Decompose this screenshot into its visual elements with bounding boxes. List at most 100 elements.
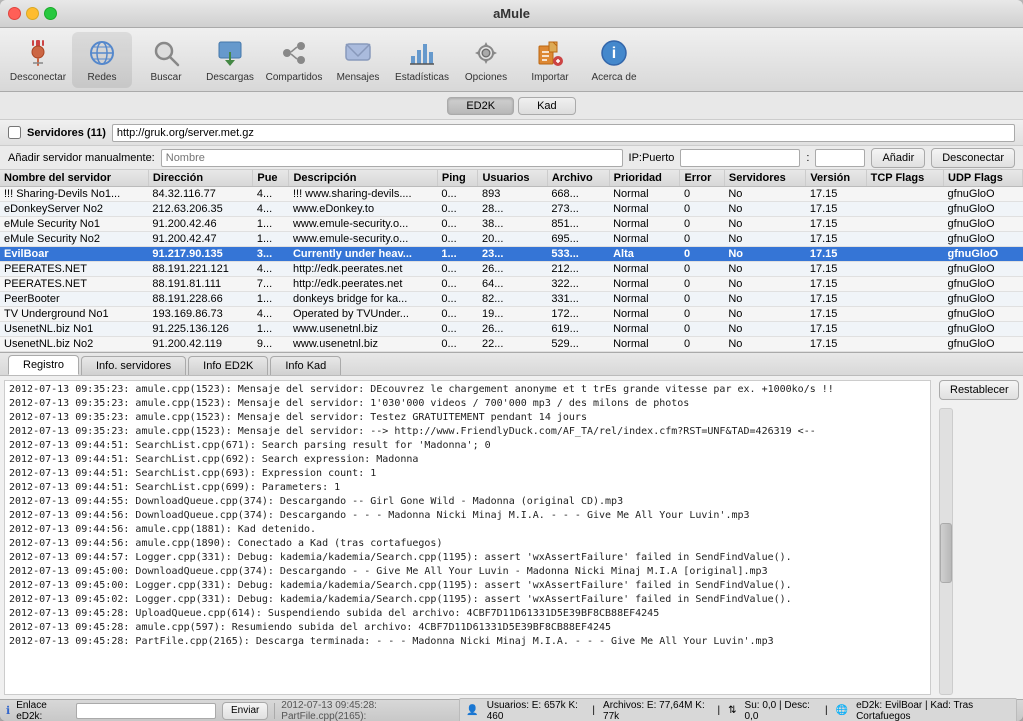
table-cell: 851...: [547, 217, 609, 232]
table-cell: [866, 322, 943, 337]
table-cell: No: [724, 247, 805, 262]
table-cell: [866, 247, 943, 262]
table-cell: 91.217.90.135: [148, 247, 252, 262]
tab-info-servidores[interactable]: Info. servidores: [81, 356, 186, 375]
table-cell: gfnuGloO: [944, 247, 1023, 262]
desconectar-button[interactable]: Desconectar: [8, 32, 68, 88]
server-checkbox[interactable]: [8, 126, 21, 139]
col-port: Pue: [253, 170, 289, 187]
log-entry: 2012-07-13 09:44:51: SearchList.cpp(671)…: [9, 439, 926, 453]
estadisticas-button[interactable]: Estadísticas: [392, 32, 452, 88]
table-cell: 1...: [437, 247, 478, 262]
add-server-port-input[interactable]: [815, 149, 865, 167]
table-cell: 0: [680, 277, 724, 292]
tab-registro[interactable]: Registro: [8, 355, 79, 375]
log-scrollbar[interactable]: [939, 408, 953, 695]
table-cell: Operated by TVUnder...: [289, 307, 437, 322]
mensajes-button[interactable]: Mensajes: [328, 32, 388, 88]
transfer-info: Su: 0,0 | Desc: 0,0: [745, 700, 817, 721]
table-cell: Normal: [609, 337, 680, 352]
table-cell: No: [724, 217, 805, 232]
add-server-ip-input[interactable]: [680, 149, 800, 167]
redes-label: Redes: [88, 72, 117, 83]
importar-button[interactable]: Importar: [520, 32, 580, 88]
add-server-button[interactable]: Añadir: [871, 148, 925, 168]
table-row[interactable]: eMule Security No191.200.42.461...www.em…: [0, 217, 1023, 232]
table-cell: Normal: [609, 277, 680, 292]
table-cell: UsenetNL.biz No2: [0, 337, 148, 352]
table-row[interactable]: PEERATES.NET88.191.221.1214...http://edk…: [0, 262, 1023, 277]
table-row[interactable]: TV Underground No1193.169.86.734...Opera…: [0, 307, 1023, 322]
table-row[interactable]: PeerBooter88.191.228.661...donkeys bridg…: [0, 292, 1023, 307]
separator1: |: [592, 705, 595, 716]
log-entry: 2012-07-13 09:44:57: Logger.cpp(331): De…: [9, 551, 926, 565]
table-cell: 529...: [547, 337, 609, 352]
table-cell: [866, 187, 943, 202]
log-area[interactable]: 2012-07-13 09:35:23: amule.cpp(1523): Me…: [4, 380, 931, 695]
table-cell: [866, 232, 943, 247]
kad-button[interactable]: Kad: [518, 97, 576, 115]
table-cell: 0: [680, 307, 724, 322]
mensajes-label: Mensajes: [337, 72, 380, 83]
table-cell: gfnuGloO: [944, 217, 1023, 232]
ed2k-button[interactable]: ED2K: [447, 97, 514, 115]
close-button[interactable]: [8, 7, 21, 20]
search-icon: [150, 37, 182, 69]
send-button[interactable]: Enviar: [222, 702, 268, 720]
table-row[interactable]: PEERATES.NET88.191.81.1117...http://edk.…: [0, 277, 1023, 292]
table-cell: !!! Sharing-Devils No1...: [0, 187, 148, 202]
table-row[interactable]: eMule Security No291.200.42.471...www.em…: [0, 232, 1023, 247]
table-cell: No: [724, 202, 805, 217]
col-ping: Ping: [437, 170, 478, 187]
download-icon: [214, 37, 246, 69]
add-server-name-input[interactable]: [161, 149, 623, 167]
table-header-row: Nombre del servidor Dirección Pue Descri…: [0, 170, 1023, 187]
buscar-button[interactable]: Buscar: [136, 32, 196, 88]
link-input[interactable]: [76, 703, 216, 719]
table-cell: Alta: [609, 247, 680, 262]
table-cell: 4...: [253, 307, 289, 322]
redes-button[interactable]: Redes: [72, 32, 132, 88]
col-servers: Servidores: [724, 170, 805, 187]
table-cell: EvilBoar: [0, 247, 148, 262]
table-cell: 4...: [253, 262, 289, 277]
table-cell: UsenetNL.biz No1: [0, 322, 148, 337]
table-cell: 26...: [478, 262, 547, 277]
disconnect-server-button[interactable]: Desconectar: [931, 148, 1015, 168]
table-cell: 38...: [478, 217, 547, 232]
table-cell: 695...: [547, 232, 609, 247]
maximize-button[interactable]: [44, 7, 57, 20]
col-error: Error: [680, 170, 724, 187]
table-cell: 23...: [478, 247, 547, 262]
table-row[interactable]: UsenetNL.biz No191.225.136.1261...www.us…: [0, 322, 1023, 337]
table-row[interactable]: EvilBoar91.217.90.1353...Currently under…: [0, 247, 1023, 262]
table-row[interactable]: UsenetNL.biz No291.200.42.1199...www.use…: [0, 337, 1023, 352]
table-cell: 1...: [253, 322, 289, 337]
log-entry: 2012-07-13 09:45:02: Logger.cpp(331): De…: [9, 593, 926, 607]
table-row[interactable]: !!! Sharing-Devils No1...84.32.116.774..…: [0, 187, 1023, 202]
table-cell: 17.15: [806, 262, 866, 277]
server-url-input[interactable]: [112, 124, 1015, 142]
table-cell: 7...: [253, 277, 289, 292]
separator3: |: [825, 705, 828, 716]
descargas-button[interactable]: Descargas: [200, 32, 260, 88]
table-cell: 64...: [478, 277, 547, 292]
minimize-button[interactable]: [26, 7, 39, 20]
table-cell: Normal: [609, 322, 680, 337]
tab-info-ed2k[interactable]: Info ED2K: [188, 356, 268, 375]
compartidos-button[interactable]: Compartidos: [264, 32, 324, 88]
window: aMule Desconectar: [0, 0, 1023, 721]
opciones-button[interactable]: Opciones: [456, 32, 516, 88]
table-cell: Normal: [609, 262, 680, 277]
acerca-button[interactable]: i Acerca de: [584, 32, 644, 88]
table-cell: PEERATES.NET: [0, 277, 148, 292]
table-cell: 17.15: [806, 322, 866, 337]
tab-info-kad[interactable]: Info Kad: [270, 356, 341, 375]
add-server-label: Añadir servidor manualmente:: [8, 152, 155, 164]
table-row[interactable]: eDonkeyServer No2212.63.206.354...www.eD…: [0, 202, 1023, 217]
table-cell: 0...: [437, 217, 478, 232]
table-cell: gfnuGloO: [944, 187, 1023, 202]
reset-button[interactable]: Restablecer: [939, 380, 1019, 400]
link-label: Enlace eD2k:: [16, 700, 70, 721]
log-actions: Restablecer: [935, 376, 1023, 699]
